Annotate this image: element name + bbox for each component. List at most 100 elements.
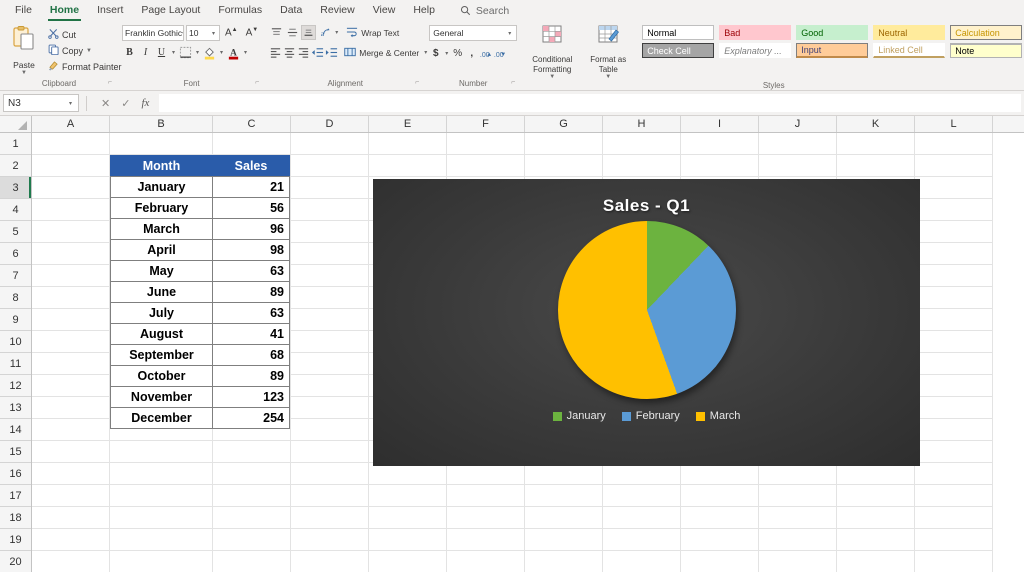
grid-cell[interactable] [525,155,603,177]
align-middle-icon[interactable] [285,25,300,40]
font-color-icon[interactable]: A [226,45,241,60]
row-header-11[interactable]: 11 [0,353,31,375]
clipboard-dialog-launcher[interactable]: ⌐ [108,77,112,89]
grid-cell[interactable] [447,133,525,155]
grid-cell[interactable] [213,485,291,507]
grid-cell[interactable] [915,397,993,419]
grid-cell[interactable] [759,507,837,529]
format-painter-button[interactable]: Format Painter [46,59,124,74]
grid-cell[interactable] [915,375,993,397]
grid-cell[interactable] [603,529,681,551]
cancel-icon[interactable]: ✕ [101,97,110,110]
grid-cell[interactable] [915,287,993,309]
grid-cell[interactable] [369,507,447,529]
grid-cell[interactable] [291,353,369,375]
cut-button[interactable]: Cut [46,27,124,42]
fx-icon[interactable]: fx [141,97,149,109]
column-header-i[interactable]: I [681,116,759,132]
grid-cell[interactable] [291,221,369,243]
grid-cell[interactable] [32,375,110,397]
grid-cell[interactable] [915,155,993,177]
align-left-icon[interactable] [269,45,282,60]
grid-cell[interactable] [32,353,110,375]
grid-cell[interactable] [213,551,291,572]
grid-cell[interactable] [110,441,213,463]
grid-cell[interactable] [110,485,213,507]
grid-cell[interactable] [681,551,759,572]
row-header-7[interactable]: 7 [0,265,31,287]
table-cell-sales[interactable]: 68 [212,344,290,366]
grid-cell[interactable] [759,529,837,551]
table-cell-month[interactable]: May [110,260,213,282]
grid-cell[interactable] [291,441,369,463]
grid-cell[interactable] [837,133,915,155]
table-cell-sales[interactable]: 89 [212,281,290,303]
grid-cell[interactable] [291,309,369,331]
tab-help[interactable]: Help [404,0,444,21]
grid-cell[interactable] [369,485,447,507]
grid-cell[interactable] [447,463,525,485]
grid-cell[interactable] [32,177,110,199]
table-cell-sales[interactable]: 98 [212,239,290,261]
grid-cell[interactable] [32,265,110,287]
column-header-g[interactable]: G [525,116,603,132]
grid-cell[interactable] [915,309,993,331]
grid-cell[interactable] [525,507,603,529]
increase-indent-icon[interactable] [325,45,338,60]
grid-cell[interactable] [32,463,110,485]
cell-style-bad[interactable]: Bad [719,25,792,40]
shrink-font-button[interactable]: A▼ [243,27,262,38]
grid-cell[interactable] [603,551,681,572]
row-header-15[interactable]: 15 [0,441,31,463]
grid-cell[interactable] [32,155,110,177]
grid-cell[interactable] [291,507,369,529]
grid-cell[interactable] [291,287,369,309]
borders-icon[interactable] [178,45,193,60]
number-format-select[interactable]: General ▾ [429,25,518,41]
grid-cell[interactable] [525,133,603,155]
grid-cell[interactable] [291,485,369,507]
grid-cell[interactable] [369,463,447,485]
grid-cell[interactable] [915,331,993,353]
grid-cells[interactable]: Month Sales January 21 February 56 March 96 Apri… [32,133,1024,572]
grid-cell[interactable] [291,199,369,221]
fill-color-caret-icon[interactable]: ▾ [218,49,225,56]
pie-chart-object[interactable]: Sales - Q1 January February March [373,179,920,466]
grid-cell[interactable] [291,133,369,155]
grid-cell[interactable] [525,485,603,507]
grid-cell[interactable] [110,133,213,155]
grid-cell[interactable] [32,243,110,265]
decrease-decimal-icon[interactable]: .00 [493,46,506,61]
table-cell-sales[interactable]: 89 [212,365,290,387]
row-header-5[interactable]: 5 [0,221,31,243]
tab-view[interactable]: View [364,0,405,21]
table-cell-sales[interactable]: 56 [212,197,290,219]
tab-data[interactable]: Data [271,0,311,21]
conditional-formatting-button[interactable]: Conditional Formatting ▼ [525,25,579,80]
grid-cell[interactable] [32,551,110,572]
grid-cell[interactable] [759,485,837,507]
grid-cell[interactable] [32,309,110,331]
cell-style-linked-cell[interactable]: Linked Cell [873,43,946,58]
grid-cell[interactable] [759,463,837,485]
confirm-icon[interactable]: ✓ [121,97,130,110]
table-cell-month[interactable]: February [110,197,213,219]
row-header-2[interactable]: 2 [0,155,31,177]
grid-cell[interactable] [213,133,291,155]
grid-cell[interactable] [837,529,915,551]
grid-cell[interactable] [291,331,369,353]
grid-cell[interactable] [915,177,993,199]
row-header-3[interactable]: 3 [0,177,31,199]
grid-cell[interactable] [837,463,915,485]
italic-button[interactable]: I [138,45,153,60]
grid-cell[interactable] [291,155,369,177]
table-cell-month[interactable]: August [110,323,213,345]
grid-cell[interactable] [369,155,447,177]
row-header-8[interactable]: 8 [0,287,31,309]
formula-input[interactable] [159,94,1021,112]
grid-cell[interactable] [603,507,681,529]
grid-cell[interactable] [32,221,110,243]
copy-button[interactable]: Copy ▼ [46,43,124,58]
underline-button[interactable]: U [154,45,169,60]
number-dialog-launcher[interactable]: ⌐ [511,77,515,89]
